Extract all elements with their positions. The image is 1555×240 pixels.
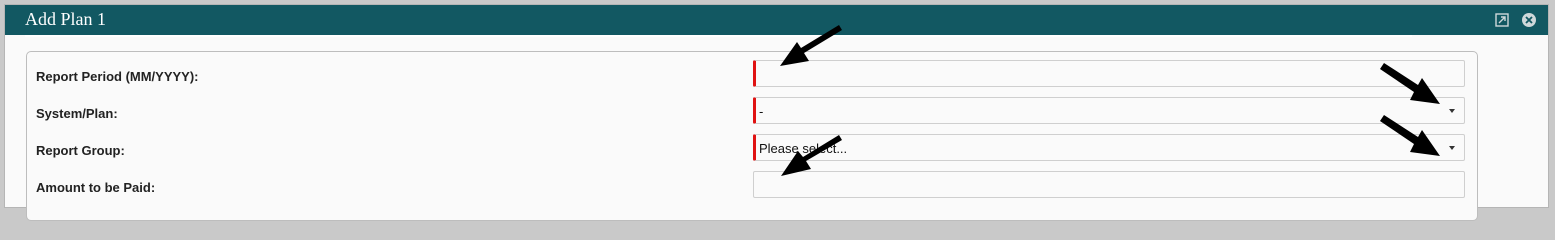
arrow-icon (1380, 63, 1440, 104)
arrow-icon (780, 25, 842, 66)
annotation-arrows (780, 25, 1440, 176)
arrow-icon (781, 135, 842, 176)
arrow-icon (1380, 115, 1440, 156)
